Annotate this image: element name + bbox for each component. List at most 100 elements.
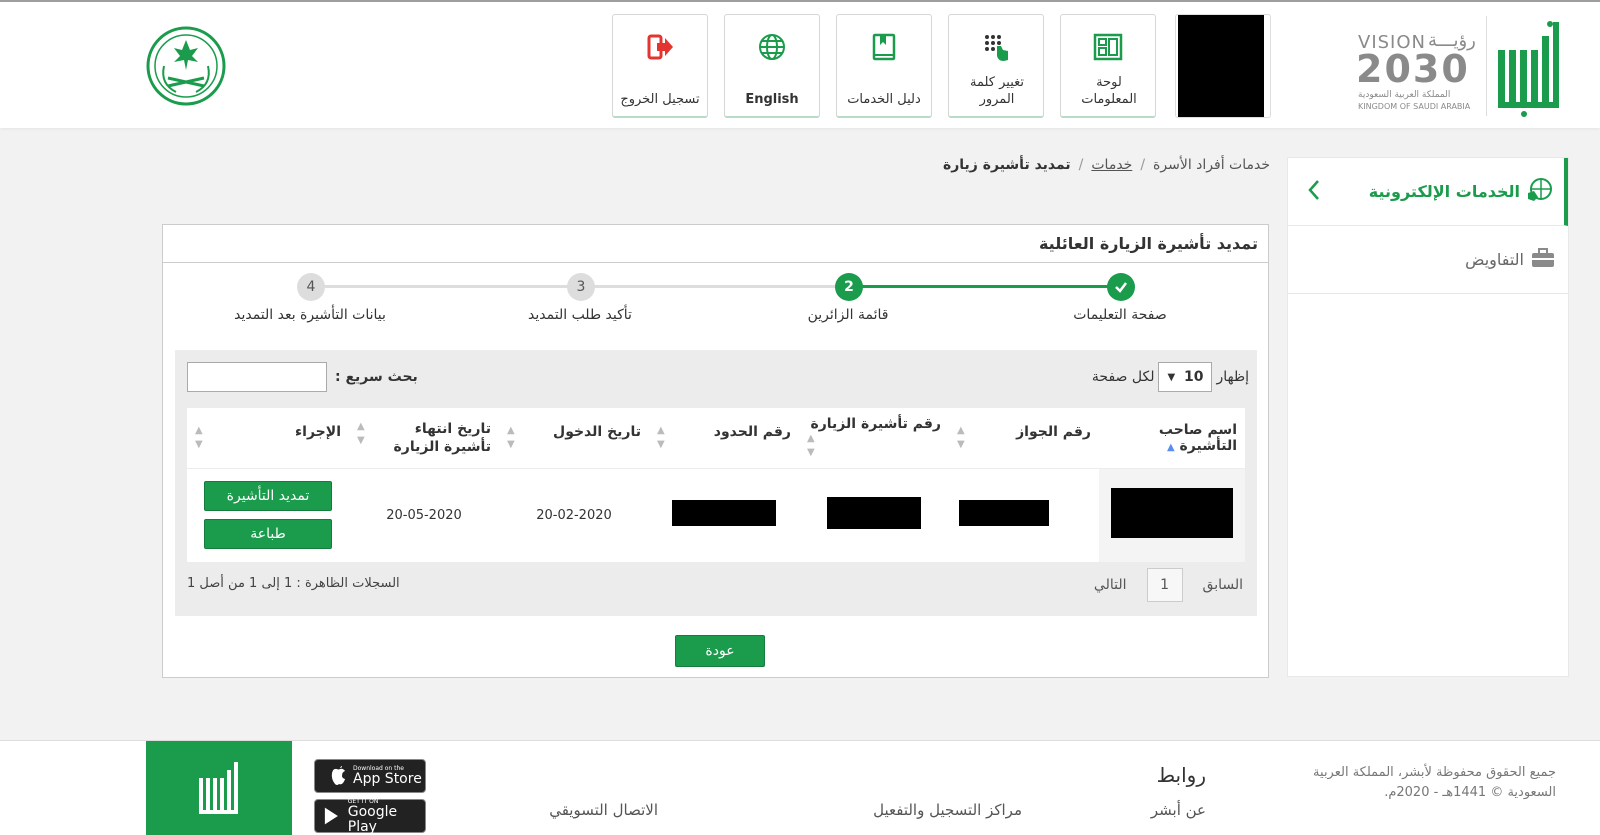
per-page-label: لكل صفحة [1091,369,1155,385]
page-title: تمديد تأشيرة الزيارة العائلية [163,225,1268,263]
footer-copyright: جميع الحقوق محفوظة لأبشر، المملكة العربي… [1313,765,1556,800]
sidebar-item-e-services[interactable]: الخدمات الإلكترونية [1288,158,1568,226]
breadcrumb-sep: / [1078,157,1084,173]
redacted-value [959,500,1049,527]
col-header-visit-visa-no[interactable]: رقم تأشيرة الزيارة ▲ ▼ [799,408,949,469]
step-2-num: 2 [844,279,854,295]
redacted-value [827,497,921,530]
col-header-expiry-date[interactable]: تاريخ انتهاء تأشيرة الزيارة ▲ ▼ [349,408,499,469]
step-1-label: صفحة التعليمات [1073,307,1167,323]
pager-page-1[interactable]: 1 [1146,568,1183,602]
visitors-grid: إظهار ▼ 10 لكل صفحة بحث سريع : اسم صاحب … [175,350,1257,616]
quick-search: بحث سريع : [187,362,418,392]
footer-link-about[interactable]: عن أبشر [1151,801,1206,819]
sort-icon: ▲ ▼ [507,424,515,450]
page-size-control: إظهار ▼ 10 لكل صفحة [1092,362,1249,392]
col-header-entry-date[interactable]: تاريخ الدخول ▲ ▼ [499,408,649,469]
page-size-value: 10 [1184,369,1204,385]
step-2-label: قائمة الزائرين [807,307,889,323]
col-label: رقم الجواز [1016,423,1091,440]
footer-absher-logo-tile [146,741,292,835]
pager-prev-button[interactable]: السابق [1203,577,1243,593]
col-header-passport[interactable]: رقم الجواز ▲ ▼ [949,408,1099,469]
site-header: تسجيل الخروج English دليل الخدمات تغيير … [0,0,1600,128]
briefcase-icon [1530,247,1556,273]
redacted-value [672,500,776,527]
cell-action: تمديد التأشيرة طباعة [187,468,349,562]
step-4-circle: 4 [297,273,325,301]
col-label: رقم الحدود [713,423,791,440]
breadcrumb: خدمات أفراد الأسرة / خدمات / تمديد تأشيرة زي… [943,157,1270,173]
header-divider [1486,16,1487,116]
absher-logo-icon [199,761,238,814]
nav-dashboard-button[interactable]: لوحة المعلومات [1060,14,1156,118]
col-header-visa-holder[interactable]: اسم صاحب التأشيرة ▲ [1099,408,1245,469]
main-panel: تمديد تأشيرة الزيارة العائلية صفحة التعل… [162,224,1269,678]
vision-year: 2030 [1356,47,1470,91]
step-2-circle: 2 [835,273,863,301]
breadcrumb-services-link[interactable]: خدمات [1091,157,1132,173]
table-row: 20-02-2020 20-05-2020 تمديد التأشيرة طبا… [187,468,1245,562]
cell-entry-date: 20-02-2020 [499,468,649,562]
absher-logo-icon [1494,16,1562,118]
records-info: السجلات الظاهرة : 1 إلى 1 من أصل 1 [187,576,400,591]
table-header-row: اسم صاحب التأشيرة ▲ رقم الجواز ▲ ▼ رقم تأش… [187,408,1245,469]
saudi-emblem-icon [146,26,226,106]
col-label: تاريخ انتهاء تأشيرة الزيارة [393,420,491,455]
col-header-border-no[interactable]: رقم الحدود ▲ ▼ [649,408,799,469]
globe-hand-icon [1526,177,1552,207]
show-label: إظهار [1216,369,1249,385]
nav-change-password-button[interactable]: تغيير كلمة المرور [948,14,1044,118]
check-icon [1115,282,1127,293]
google-play-big: Google Play [347,803,398,835]
chevron-left-icon [1306,178,1322,206]
chevron-down-icon: ▼ [1167,371,1176,383]
sort-icon: ▲ ▼ [357,420,365,446]
cell-border-no [649,468,799,562]
google-play-badge[interactable]: GET IT ON Google Play [314,798,426,835]
dashboard-icon [1093,31,1123,63]
nav-english-button[interactable]: English [724,14,820,118]
keypad-icon [981,31,1011,63]
sidebar: الخدمات الإلكترونية التفاويض [1287,157,1569,677]
print-button[interactable]: طباعة [204,519,332,550]
footer-link-registration-centers[interactable]: مراكز التسجيل والتفعيل [873,801,1022,819]
play-store-icon [324,807,338,825]
globe-icon [757,31,787,63]
search-label: بحث سريع : [335,369,418,385]
vision-2030-logo: VISION رؤيـــة 2030 المملكة العربية السع… [1356,28,1482,118]
footer-link-marketing[interactable]: الاتصال التسويقي [549,801,658,819]
vision-kingdom-en: KINGDOM OF SAUDI ARABIA [1358,102,1471,111]
back-button[interactable]: عودة [675,635,765,667]
nav-services-guide-button[interactable]: دليل الخدمات [836,14,932,118]
breadcrumb-root: خدمات أفراد الأسرة [1153,157,1270,173]
app-store-big: App Store [353,771,422,787]
sidebar-item-delegations[interactable]: التفاويض [1288,226,1568,294]
page-size-select[interactable]: ▼ 10 [1158,362,1213,392]
col-label: الإجراء [295,423,341,440]
pagination: السابق 1 التالي [1094,568,1243,602]
sort-icon: ▲ ▼ [195,424,203,450]
app-store-badge[interactable]: Download on the App Store [314,759,426,793]
stepper-line-done [849,285,1119,288]
step-4-label: بيانات التأشيرة بعد التمديد [234,307,386,323]
logout-icon [645,31,675,63]
col-header-action[interactable]: الإجراء ▲ ▼ [187,408,349,469]
search-input[interactable] [187,362,327,392]
pager-next-button[interactable]: التالي [1094,577,1127,593]
breadcrumb-current: تمديد تأشيرة زيارة [942,157,1071,173]
book-icon [869,31,899,63]
footer-links-title: روابط [1156,763,1206,787]
sort-asc-icon: ▲ [1166,441,1175,453]
sort-icon: ▲ ▼ [957,424,965,450]
cell-visit-visa-no [799,468,949,562]
nav-logout-button[interactable]: تسجيل الخروج [612,14,708,118]
cell-visa-holder [1099,468,1245,562]
step-4-num: 4 [306,279,316,295]
breadcrumb-sep: / [1140,157,1146,173]
step-1-circle [1107,273,1135,301]
extend-visa-button[interactable]: تمديد التأشيرة [204,481,332,512]
sort-icon: ▲ ▼ [657,424,665,450]
cell-passport [949,468,1099,562]
step-3-num: 3 [576,279,586,295]
